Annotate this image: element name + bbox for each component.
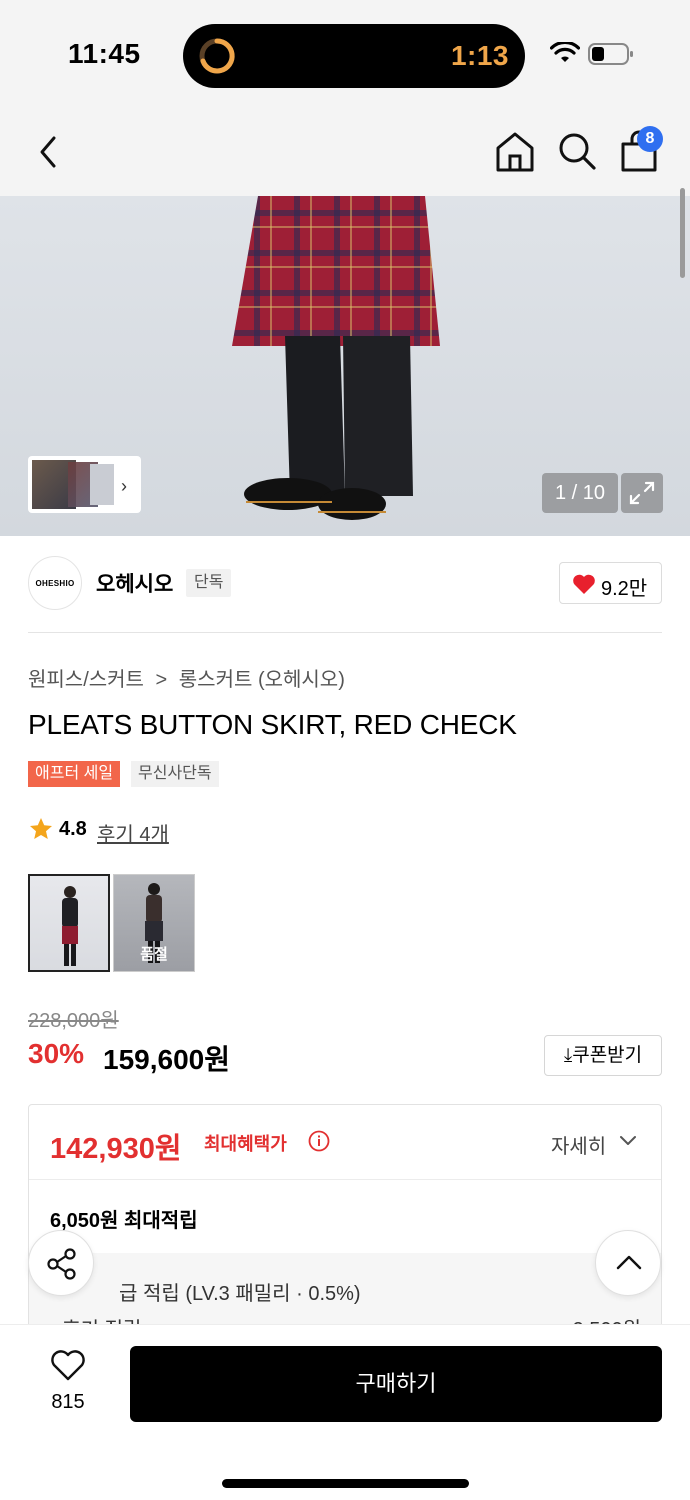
buy-button[interactable]: 구매하기 [130, 1346, 662, 1422]
top-nav: 8 [0, 110, 690, 196]
color-variant-option[interactable] [28, 874, 110, 972]
brand-logo[interactable]: OHESHIO [28, 556, 82, 610]
expand-icon [629, 481, 655, 505]
home-indicator [222, 1479, 469, 1488]
points-row-label: 급 적립 (LV.3 패밀리 · 0.5%) [119, 1283, 361, 1305]
max-benefit-price: 142,930원 [50, 1133, 182, 1165]
expand-button[interactable] [621, 473, 663, 513]
share-icon [47, 1248, 76, 1280]
breadcrumb-item[interactable]: 원피스/스커트 [28, 669, 144, 691]
discount-rate: 30% [28, 1038, 85, 1069]
sale-badge: 애프터 세일 [28, 761, 121, 787]
color-variant-option[interactable]: 품절 [113, 874, 195, 972]
exclusive-tag: 단독 [186, 569, 232, 597]
chevron-left-icon[interactable] [34, 132, 64, 172]
bottom-action-bar: 815 구매하기 [0, 1324, 690, 1500]
divider [29, 1179, 661, 1180]
gallery-counter: 1 / 10 [542, 473, 618, 513]
points-detail: 급 적립 (LV.3 패밀리 · 0.5%) 71 · 후기 적립 2,500원 [29, 1253, 661, 1333]
status-time: 11:45 [68, 38, 141, 69]
variant-thumbnail [62, 886, 78, 966]
gallery-thumbnail-strip[interactable]: › [28, 456, 141, 513]
divider [28, 632, 662, 633]
product-image-gallery[interactable]: › 1 / 10 [0, 196, 690, 536]
timer-text: 1:13 [450, 40, 509, 71]
status-bar: 11:45 1:13 [0, 0, 690, 110]
max-benefit-label: 최대혜택가 [204, 1134, 287, 1154]
info-icon[interactable] [308, 1130, 330, 1152]
home-icon[interactable] [494, 130, 536, 174]
heart-filled-icon [573, 574, 595, 594]
share-button[interactable] [28, 1230, 94, 1296]
star-icon [30, 818, 52, 839]
sale-price: 159,600원 [103, 1044, 230, 1075]
soldout-label: 품절 [140, 946, 168, 963]
brand-like-button[interactable]: 9.2만 [559, 562, 662, 604]
breadcrumb-separator: > [155, 669, 168, 691]
cart-badge: 8 [637, 126, 663, 152]
exclusive-badge: 무신사단독 [131, 761, 219, 787]
chevron-up-icon [616, 1255, 642, 1270]
rating-value: 4.8 [59, 818, 87, 840]
breadcrumb-item[interactable]: 롱스커트 (오헤시오) [179, 669, 345, 691]
heart-outline-icon[interactable] [50, 1349, 86, 1381]
details-toggle[interactable]: 자세히 [551, 1130, 606, 1159]
gallery-thumbnail [90, 464, 114, 505]
brand-like-count: 9.2만 [601, 578, 648, 600]
original-price: 228,000원 [28, 1010, 119, 1032]
wifi-icon [550, 42, 580, 62]
scrollbar[interactable] [680, 188, 685, 278]
scroll-to-top-button[interactable] [595, 1230, 661, 1296]
battery-icon [588, 43, 633, 65]
product-title: PLEATS BUTTON SKIRT, RED CHECK [28, 709, 517, 740]
review-link[interactable]: 후기 4개 [97, 818, 169, 847]
chevron-right-icon: › [121, 476, 127, 496]
wish-count: 815 [51, 1391, 85, 1413]
breadcrumb: 원피스/스커트 > 롱스커트 (오헤시오) [28, 663, 345, 692]
chevron-down-icon[interactable] [619, 1135, 637, 1147]
coupon-download-button[interactable]: ⤓쿠폰받기 [544, 1035, 662, 1076]
timer-icon [199, 38, 235, 74]
search-icon[interactable] [556, 130, 598, 172]
benefit-box: 142,930원 최대혜택가 자세히 6,050원 최대적립 급 적립 (LV.… [28, 1104, 662, 1334]
brand-name[interactable]: 오헤시오 [96, 568, 173, 598]
max-points: 6,050원 최대적립 [50, 1210, 198, 1232]
dynamic-island: 1:13 [183, 24, 525, 88]
